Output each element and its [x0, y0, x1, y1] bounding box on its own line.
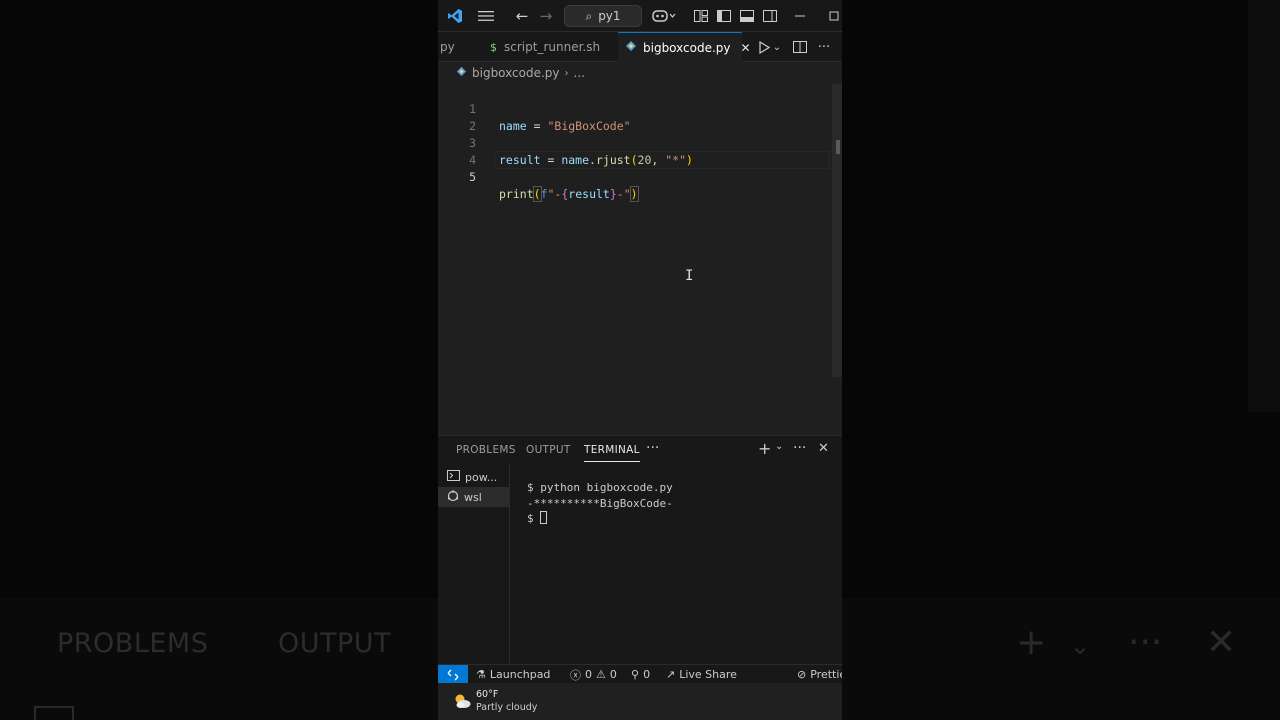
weather-temperature[interactable]: 60°F	[476, 689, 498, 700]
back-arrow-icon[interactable]: ←	[512, 6, 532, 26]
breadcrumb-python-icon	[456, 66, 467, 80]
problems-count-item[interactable]: ⓧ 0 ⚠ 0	[570, 665, 617, 684]
forward-arrow-icon[interactable]: →	[536, 6, 556, 26]
breadcrumb-more[interactable]: ...	[574, 66, 585, 80]
error-icon: ⓧ	[570, 668, 581, 682]
code-line-5[interactable]: 5 print(f"-{result}-")	[438, 152, 830, 202]
background-plus-icon: +	[1016, 622, 1047, 663]
code-line-4[interactable]: 4	[438, 135, 830, 167]
background-close-icon: ✕	[1206, 622, 1237, 663]
more-actions-icon[interactable]: ···	[816, 37, 832, 57]
warning-count: 0	[609, 668, 617, 681]
prettier-disabled-icon: ⊘	[797, 668, 807, 681]
ports-icon: ⚲	[631, 668, 640, 681]
terminal-item-wsl[interactable]: wsl	[438, 487, 509, 507]
tab-py[interactable]: py	[440, 32, 455, 62]
command-center-search[interactable]: ⌕ py1	[564, 5, 642, 27]
terminal-list: pow... wsl	[438, 464, 510, 665]
background-band-left	[0, 598, 438, 720]
terminal-prompt-line: $	[527, 511, 673, 527]
dollar-icon: $	[490, 40, 497, 54]
background-problems-text: PROBLEMS	[57, 628, 209, 659]
tab-script-runner-label: script_runner.sh	[504, 40, 601, 54]
title-bar: ← → ⌕ py1	[438, 0, 842, 32]
breadcrumb: bigboxcode.py › ...	[438, 62, 842, 84]
launchpad-label: Launchpad	[489, 668, 551, 681]
weather-condition[interactable]: Partly cloudy	[476, 702, 537, 713]
maximize-icon[interactable]	[826, 6, 842, 26]
terminal-more-icon[interactable]: ···	[793, 440, 806, 456]
terminal-line: -**********BigBoxCode-	[527, 496, 673, 510]
text-cursor	[637, 186, 639, 200]
new-terminal-plus-icon[interactable]: +	[758, 439, 771, 458]
close-panel-icon[interactable]: ✕	[818, 441, 829, 456]
editor-tab-bar: py $ script_runner.sh bigboxcode.py ✕ ⌄ …	[438, 32, 842, 62]
background-output-text: OUTPUT	[278, 628, 392, 659]
terminal-item-label: wsl	[464, 490, 482, 504]
error-count: 0	[585, 668, 592, 681]
terminal-icon	[447, 470, 460, 484]
run-python-file-icon[interactable]	[756, 37, 772, 57]
live-share-item[interactable]: ↗ Live Share	[666, 665, 737, 684]
launchpad-item[interactable]: ⚗ Launchpad	[476, 665, 550, 684]
remote-indicator-icon[interactable]	[438, 665, 468, 684]
code-editor[interactable]: 1 name = "BigBoxCode" 2 3 result = name.…	[438, 84, 842, 434]
vscode-window: ← → ⌕ py1 py $ script_runner.sh bigboxco…	[438, 0, 842, 720]
live-share-icon: ↗	[666, 668, 676, 681]
minimize-icon[interactable]	[792, 6, 808, 26]
tab-output[interactable]: OUTPUT	[526, 444, 571, 462]
breadcrumb-separator-icon: ›	[564, 67, 569, 79]
terminal-item-powershell[interactable]: pow...	[438, 467, 509, 487]
split-editor-icon[interactable]	[792, 37, 808, 57]
linux-icon	[447, 489, 459, 505]
status-bar: ⚗ Launchpad ⓧ 0 ⚠ 0 ⚲ 0 ↗ Live Share ⊘ P…	[438, 664, 842, 684]
code-line-1[interactable]: 1 name = "BigBoxCode"	[438, 84, 830, 133]
toggle-panel-icon[interactable]	[739, 6, 755, 26]
menu-icon[interactable]	[476, 6, 496, 26]
search-text: py1	[598, 9, 621, 23]
background-more-icon: ···	[1128, 622, 1163, 663]
copilot-icon[interactable]	[650, 6, 678, 26]
line-number: 5	[469, 170, 476, 184]
terminal-profile-chevron-icon[interactable]: ⌄	[775, 441, 783, 452]
breadcrumb-file[interactable]: bigboxcode.py	[472, 66, 560, 80]
ports-count: 0	[643, 668, 651, 681]
terminal-cursor	[540, 511, 548, 524]
rocket-icon: ⚗	[476, 668, 486, 681]
close-tab-icon[interactable]: ✕	[741, 41, 751, 55]
panel-more-icon[interactable]: ···	[646, 440, 659, 456]
tab-py-label: py	[440, 40, 455, 54]
background-chevron-icon: ⌄	[1070, 632, 1091, 660]
tab-bigboxcode-label: bigboxcode.py	[643, 40, 731, 55]
mouse-ibeam-cursor-icon: I	[685, 268, 694, 284]
customize-layout-icon[interactable]	[693, 6, 709, 26]
search-icon: ⌕	[585, 8, 593, 23]
prettier-label: Prettie	[810, 668, 842, 681]
windows-taskbar: 60°F Partly cloudy	[438, 683, 842, 720]
editor-scrollbar[interactable]	[832, 84, 842, 377]
tab-bigboxcode[interactable]: bigboxcode.py ✕	[618, 32, 751, 62]
bottom-panel: PROBLEMS OUTPUT TERMINAL ··· + ⌄ ··· ✕ p…	[438, 435, 842, 665]
tab-problems[interactable]: PROBLEMS	[456, 444, 516, 462]
python-file-icon	[625, 40, 637, 55]
vscode-logo-icon	[446, 6, 464, 26]
live-share-label: Live Share	[679, 668, 737, 681]
terminal-line: $ python bigboxcode.py	[527, 481, 673, 494]
background-terminal-icon	[34, 706, 74, 720]
terminal-item-label: pow...	[465, 470, 498, 484]
background-edge	[1248, 0, 1280, 412]
code-line-2[interactable]: 2	[438, 101, 830, 133]
toggle-secondary-sidebar-icon[interactable]	[762, 6, 778, 26]
ports-item[interactable]: ⚲ 0	[631, 665, 650, 684]
scrollbar-thumb[interactable]	[836, 140, 840, 154]
toggle-primary-sidebar-icon[interactable]	[716, 6, 732, 26]
run-options-chevron-icon[interactable]: ⌄	[772, 37, 782, 57]
tab-script-runner[interactable]: $ script_runner.sh	[478, 32, 618, 62]
prettier-item[interactable]: ⊘ Prettie	[797, 665, 842, 684]
partly-cloudy-icon[interactable]	[452, 691, 472, 711]
warning-icon: ⚠	[596, 668, 606, 681]
terminal-output[interactable]: $ python bigboxcode.py -**********BigBoxC…	[527, 480, 673, 527]
tab-terminal[interactable]: TERMINAL	[584, 444, 640, 462]
code-line-3[interactable]: 3 result = name.rjust(20, "*")	[438, 118, 830, 167]
